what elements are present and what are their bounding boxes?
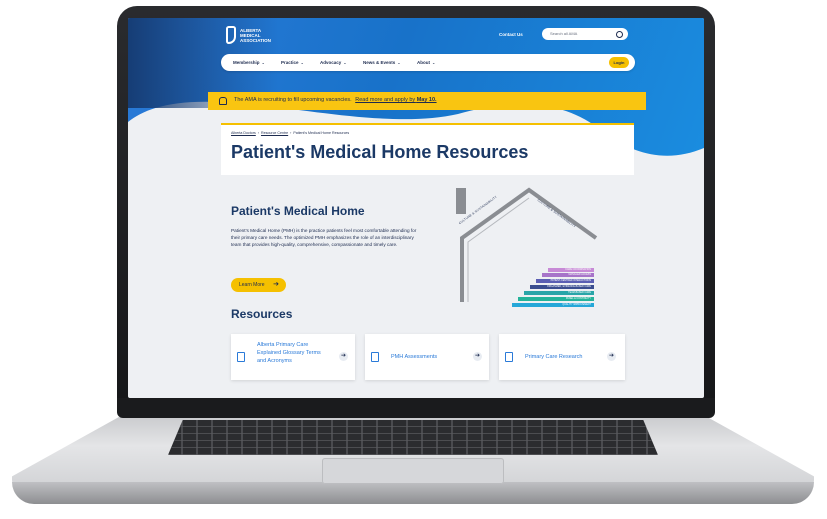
alert-message: The AMA is recruiting to fill upcoming v… (234, 97, 437, 103)
breadcrumb-current: Patient's Medical Home Resources (293, 131, 350, 135)
step-team-based: TEAM-BASED CARE (524, 291, 594, 295)
bell-icon (219, 97, 227, 105)
breadcrumb: Alberta Doctors › Resource Centre › Patient'… (231, 131, 350, 135)
step-care-coordination: CARE COORDINATION (548, 268, 594, 272)
resource-card-glossary[interactable]: Alberta Primary Care Explained Glossary … (231, 334, 355, 380)
section-title: Patient's Medical Home (231, 204, 365, 218)
step-panel-continuity: PANEL & CONTINUITY (518, 297, 594, 301)
laptop-trackpad (322, 458, 504, 484)
ama-logo[interactable]: ALBERTA MEDICAL ASSOCIATION (226, 26, 282, 44)
arrow-right-icon[interactable]: ➔ (607, 352, 616, 361)
pmh-house-diagram: CULTURE & SUSTAINABILITY CULTURE & SUSTA… (454, 184, 604, 313)
main-nav: Membership ⌄ Practice ⌄ Advocacy ⌄ News & E… (221, 54, 635, 71)
step-managed-access: MANAGED ACCESS (542, 273, 594, 277)
laptop-base (12, 482, 814, 504)
search-placeholder: Search all AMA (550, 31, 578, 36)
document-icon (505, 352, 513, 362)
alert-link[interactable]: Read more and apply by May 10. (355, 97, 436, 103)
login-button[interactable]: Login (609, 57, 629, 68)
chevron-down-icon: ⌄ (261, 60, 265, 65)
nav-item-news-events[interactable]: News & Events ⌄ (363, 60, 401, 65)
document-icon (237, 352, 245, 362)
nav-item-advocacy[interactable]: Advocacy ⌄ (320, 60, 347, 65)
laptop-keyboard-rows (168, 420, 658, 455)
step-patient-centred: PATIENT-CENTRED INTERACTIONS (536, 279, 594, 283)
chevron-down-icon: ⌄ (343, 60, 347, 65)
laptop-chin (117, 398, 715, 418)
nav-item-about[interactable]: About ⌄ (417, 60, 435, 65)
arrow-right-icon: ➔ (273, 281, 279, 288)
chevron-down-icon: ⌄ (300, 60, 304, 65)
nav-item-membership[interactable]: Membership ⌄ (233, 60, 265, 65)
nav-item-practice[interactable]: Practice ⌄ (281, 60, 304, 65)
resource-card-primary-care-research[interactable]: Primary Care Research ➔ (499, 334, 625, 380)
search-icon[interactable] (616, 31, 623, 38)
chevron-down-icon: ⌄ (397, 60, 401, 65)
contact-us-link[interactable]: Contact Us (499, 32, 523, 37)
section-body: Patient's Medical Home (PMH) is the prac… (231, 228, 417, 247)
page-title: Patient's Medical Home Resources (231, 142, 529, 162)
logo-icon (226, 26, 236, 44)
browser-screen: ALBERTA MEDICAL ASSOCIATION Contact Us S… (128, 18, 704, 398)
page-title-card: Alberta Doctors › Resource Centre › Patient'… (221, 123, 634, 175)
arrow-right-icon[interactable]: ➔ (473, 352, 482, 361)
alert-banner: The AMA is recruiting to fill upcoming v… (208, 92, 646, 110)
logo-text: ALBERTA MEDICAL ASSOCIATION (240, 27, 271, 43)
house-outline (456, 187, 598, 302)
breadcrumb-item[interactable]: Resource Centre (261, 131, 288, 135)
search-input[interactable]: Search all AMA (542, 28, 628, 40)
document-icon (371, 352, 379, 362)
step-quality-improvement: QUALITY IMPROVEMENT (512, 303, 594, 307)
breadcrumb-item[interactable]: Alberta Doctors (231, 131, 256, 135)
step-evidence-based: ORGANIZED, EVIDENCE-BASED CARE (530, 285, 594, 289)
learn-more-button[interactable]: Learn More ➔ (231, 278, 286, 292)
resources-title: Resources (231, 307, 293, 321)
chevron-down-icon: ⌄ (432, 60, 436, 65)
arrow-right-icon[interactable]: ➔ (339, 352, 348, 361)
resource-card-pmh-assessments[interactable]: PMH Assessments ➔ (365, 334, 489, 380)
alert-text: The AMA is recruiting to fill upcoming v… (234, 97, 352, 103)
